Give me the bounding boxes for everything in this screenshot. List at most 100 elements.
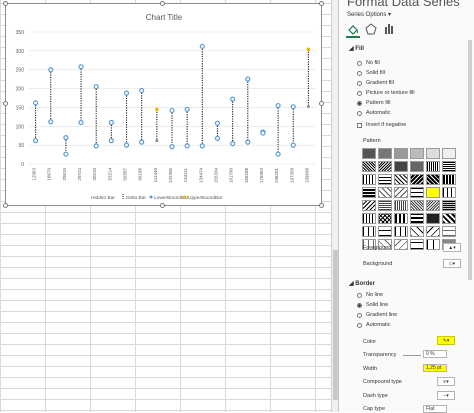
fill-option[interactable]: Automatic <box>357 109 390 117</box>
lower-bound-point <box>63 151 69 157</box>
radio-button[interactable] <box>357 322 362 328</box>
radio-button[interactable] <box>357 60 362 66</box>
border-option[interactable]: Automatic <box>357 321 390 329</box>
collapse-arrow-icon: ◢ <box>349 281 354 287</box>
pattern-swatch[interactable] <box>410 161 424 172</box>
pattern-swatch[interactable] <box>378 161 392 172</box>
fill-option[interactable]: No fill <box>357 59 380 67</box>
fill-option[interactable]: Pattern fill <box>357 99 390 107</box>
upper-bound-point <box>78 64 84 70</box>
pattern-swatch[interactable] <box>426 148 440 159</box>
pattern-swatch[interactable] <box>394 174 408 185</box>
pane-scrollbar[interactable] <box>468 40 472 280</box>
pattern-swatch[interactable] <box>410 187 424 198</box>
pattern-swatch[interactable] <box>362 174 376 185</box>
pattern-swatch[interactable] <box>378 187 392 198</box>
pattern-swatch[interactable] <box>426 187 440 198</box>
border-section-header[interactable]: ◢ Border <box>349 280 375 287</box>
radio-button[interactable] <box>357 110 362 116</box>
pattern-swatch[interactable] <box>426 239 440 250</box>
effects-icon[interactable] <box>365 23 377 35</box>
radio-button[interactable] <box>357 312 362 318</box>
fill-option[interactable]: Picture or texture fill <box>357 89 415 97</box>
lower-bound-point <box>275 151 281 157</box>
pattern-swatch[interactable] <box>394 161 408 172</box>
transparency-slider[interactable] <box>403 355 421 356</box>
radio-button[interactable] <box>357 100 362 106</box>
x-tick-label: 166288 <box>244 168 249 184</box>
width-input[interactable]: 1,25 pt <box>423 364 447 372</box>
fill-line-icon[interactable] <box>347 23 359 35</box>
radio-button[interactable] <box>357 70 362 76</box>
pattern-swatch[interactable] <box>378 200 392 211</box>
pattern-swatch[interactable] <box>442 226 456 237</box>
radio-button[interactable] <box>357 80 362 86</box>
fill-option-label: Solid fill <box>366 70 385 76</box>
pattern-swatch[interactable] <box>394 226 408 237</box>
radio-button[interactable] <box>357 302 362 308</box>
border-option[interactable]: No line <box>357 291 383 299</box>
y-tick-label: 150 <box>16 105 25 111</box>
compound-type-dropdown[interactable]: ≡▾ <box>437 377 455 386</box>
fill-option[interactable]: Gradient fill <box>357 79 394 87</box>
pattern-swatch[interactable] <box>362 148 376 159</box>
pattern-swatch[interactable] <box>442 200 456 211</box>
foreground-color-dropdown[interactable]: ▲▾ <box>443 243 461 252</box>
pattern-swatch[interactable] <box>426 174 440 185</box>
pattern-swatch[interactable] <box>442 213 456 224</box>
chart-area[interactable]: Chart Title 0 50 100 150 200 250 300 350 12963 1… <box>3 1 324 208</box>
background-color-dropdown[interactable]: ◇▾ <box>443 259 461 268</box>
pattern-swatch[interactable] <box>394 213 408 224</box>
pattern-swatch[interactable] <box>362 226 376 237</box>
format-pane: Format Data Series Series Options ▾ ◢ Fi… <box>338 0 474 413</box>
pattern-swatch[interactable] <box>362 213 376 224</box>
pattern-swatch[interactable] <box>394 200 408 211</box>
series-options-icon[interactable] <box>383 23 395 35</box>
border-option[interactable]: Solid line <box>357 301 388 309</box>
pattern-swatch[interactable] <box>442 161 456 172</box>
pattern-swatch[interactable] <box>426 200 440 211</box>
pattern-swatch[interactable] <box>362 200 376 211</box>
pattern-swatch[interactable] <box>410 213 424 224</box>
pattern-swatch[interactable] <box>442 148 456 159</box>
invert-checkbox-row[interactable]: Invert if negative <box>357 121 406 129</box>
radio-button[interactable] <box>357 90 362 96</box>
pattern-swatch[interactable] <box>442 174 456 185</box>
y-tick-label: 50 <box>18 143 24 149</box>
border-option[interactable]: Gradient line <box>357 311 397 319</box>
fill-option[interactable]: Solid fill <box>357 69 385 77</box>
dash-type-dropdown[interactable]: ┄▾ <box>437 391 455 400</box>
invert-checkbox[interactable] <box>357 122 362 128</box>
pattern-swatch[interactable] <box>394 239 408 250</box>
pattern-swatch[interactable] <box>410 148 424 159</box>
pattern-swatch[interactable] <box>426 213 440 224</box>
series-options-dropdown[interactable]: Series Options ▾ <box>347 11 391 18</box>
worksheet-grid[interactable]: Chart Title 0 50 100 150 200 250 300 350 12963 1… <box>0 0 338 412</box>
fill-section-header[interactable]: ◢ Fill <box>349 45 364 52</box>
pattern-swatch[interactable] <box>442 187 456 198</box>
lower-bound-point <box>307 105 310 109</box>
pattern-swatch[interactable] <box>426 226 440 237</box>
lower-bound-point <box>169 144 175 150</box>
transparency-input[interactable]: 0 % <box>423 350 447 358</box>
pattern-swatch[interactable] <box>410 174 424 185</box>
pattern-swatch[interactable] <box>394 187 408 198</box>
pattern-swatch[interactable] <box>378 213 392 224</box>
pattern-swatch[interactable] <box>378 226 392 237</box>
pattern-swatch[interactable] <box>410 226 424 237</box>
pattern-swatch[interactable] <box>378 174 392 185</box>
pattern-swatch[interactable] <box>410 239 424 250</box>
border-color-dropdown[interactable]: ✎▾ <box>437 336 455 345</box>
pattern-swatch[interactable] <box>378 148 392 159</box>
pattern-swatch[interactable] <box>362 161 376 172</box>
chart-title[interactable]: Chart Title <box>146 13 183 22</box>
upper-bound-point <box>275 102 281 109</box>
background-label: Background <box>363 261 393 267</box>
pattern-swatch[interactable] <box>394 148 408 159</box>
cap-type-label: Cap type <box>363 406 386 412</box>
pattern-swatch[interactable] <box>426 161 440 172</box>
radio-button[interactable] <box>357 292 362 298</box>
pattern-swatch[interactable] <box>410 200 424 211</box>
pattern-swatch[interactable] <box>362 187 376 198</box>
lower-bound-point <box>123 142 130 148</box>
